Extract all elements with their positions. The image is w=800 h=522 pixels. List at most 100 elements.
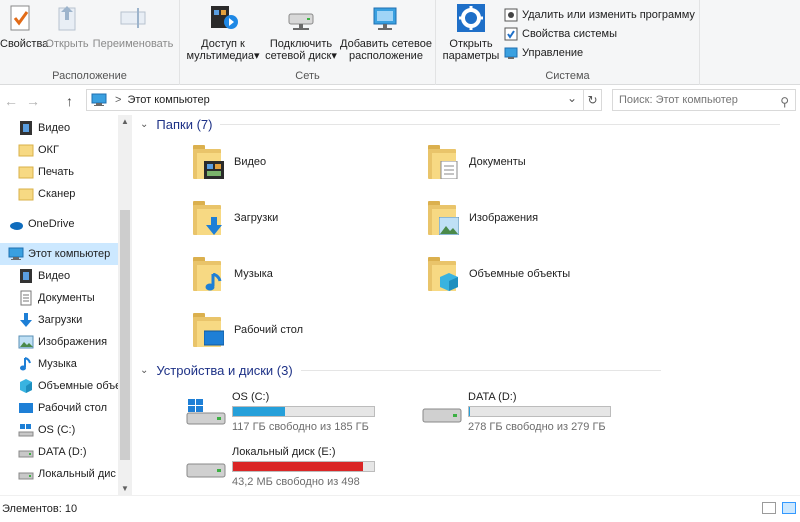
drive-icon (18, 444, 34, 460)
drive-usage-fill (469, 407, 470, 416)
drives-section-header[interactable]: ⌄ Устройства и диски (3) (140, 363, 661, 378)
back-button[interactable]: ← (4, 93, 18, 109)
sidebar-item-documents[interactable]: Документы (0, 287, 118, 309)
drives-section-title: Устройства и диски (3) (156, 363, 293, 378)
folder-tile-music[interactable]: Музыка (190, 255, 273, 293)
folder-tile-downloads[interactable]: Загрузки (190, 199, 278, 237)
search-box[interactable]: ⚲ (612, 89, 796, 111)
gear-icon (455, 2, 487, 34)
sidebar-item-images[interactable]: Изображения (0, 331, 118, 353)
status-bar: Элементов: 10 (0, 495, 800, 522)
address-dropdown-button[interactable]: ⌄ (567, 91, 577, 105)
map-drive-button[interactable]: Подключить сетевой диск▾ (264, 2, 338, 62)
content-area: ⌄ Папки (7) Видео Документы Загрузки Изо… (140, 115, 800, 495)
add-network-location-button[interactable]: Добавить сетевое расположение (340, 2, 432, 62)
drive-name: OS (C:) (232, 391, 270, 403)
sidebar-item-label: Музыка (38, 358, 77, 370)
sidebar-item-label: Объемные объе (38, 380, 118, 392)
video-icon (18, 120, 34, 136)
up-button[interactable]: ↑ (66, 93, 73, 109)
chevron-down-icon: ▾ (254, 50, 260, 62)
drive-free-space: 43,2 МБ свободно из 498 (232, 476, 360, 488)
folder-label: Загрузки (234, 212, 279, 224)
drive-free-space: 278 ГБ свободно из 279 ГБ (468, 421, 606, 433)
breadcrumb-this-pc[interactable]: Этот компьютер (127, 94, 209, 106)
rename-icon (117, 2, 149, 34)
open-icon (51, 2, 83, 34)
sidebar-item-okg[interactable]: ОКГ (0, 139, 118, 161)
address-bar[interactable]: > Этот компьютер ⌄ (86, 89, 584, 111)
sidebar-item-scanner[interactable]: Сканер (0, 183, 118, 205)
drive-usage-bar (232, 461, 375, 472)
media-label-1: Доступ к (201, 38, 245, 50)
sidebar-item-this-pc[interactable]: Этот компьютер (0, 243, 118, 265)
scroll-up-button[interactable]: ▲ (118, 117, 132, 126)
3d-objects-folder-icon (425, 255, 459, 293)
sidebar-scrollbar[interactable]: ▲ ▼ (118, 115, 132, 495)
drive-tile-c[interactable]: OS (C:) 117 ГБ свободно из 185 ГБ (186, 391, 386, 439)
system-properties-button[interactable]: Свойства системы (504, 25, 617, 43)
windows-drive-icon (186, 399, 228, 427)
scrollbar-thumb[interactable] (120, 210, 130, 460)
uninstall-label: Удалить или изменить программу (522, 9, 695, 21)
images-icon (18, 334, 34, 350)
folder-tile-desktop[interactable]: Рабочий стол (190, 311, 303, 349)
drive-name: Локальный диск (E:) (232, 446, 336, 458)
cube-icon (18, 378, 34, 394)
folder-label: Музыка (234, 268, 273, 280)
folders-section-header[interactable]: ⌄ Папки (7) (140, 117, 781, 132)
windows-drive-icon (18, 422, 34, 438)
music-folder-icon (190, 255, 224, 293)
sidebar-item-3d-objects[interactable]: Объемные объе (0, 375, 118, 397)
tiles-view-button[interactable] (782, 502, 796, 514)
search-icon: ⚲ (780, 95, 789, 109)
section-divider (300, 370, 661, 371)
folder-tile-3d-objects[interactable]: Объемные объекты (425, 255, 570, 293)
folder-tile-images[interactable]: Изображения (425, 199, 538, 237)
item-count: Элементов: 10 (2, 503, 78, 515)
open-settings-button[interactable]: Открыть параметры (440, 2, 502, 62)
folder-tile-documents[interactable]: Документы (425, 143, 526, 181)
chevron-down-icon: ⌄ (140, 365, 149, 376)
uninstall-program-button[interactable]: Удалить или изменить программу (504, 6, 695, 24)
navigation-pane: Видео ОКГ Печать Сканер OneDrive Этот ко… (0, 115, 132, 495)
group-label-location: Расположение (52, 70, 127, 82)
sidebar-item-label: Видео (38, 122, 71, 134)
sidebar-item-onedrive[interactable]: OneDrive (0, 213, 118, 235)
folder-label: Документы (469, 156, 526, 168)
sidebar-item-drive-d[interactable]: DATA (D:) (0, 441, 118, 463)
properties-button[interactable]: Свойства (0, 2, 48, 50)
sidebar-item-print[interactable]: Печать (0, 161, 118, 183)
drive-usage-bar (232, 406, 375, 417)
rename-button[interactable]: Переименовать (92, 2, 174, 50)
drive-usage-bar (468, 406, 611, 417)
sidebar-item-video[interactable]: Видео (0, 265, 118, 287)
folder-label: Рабочий стол (234, 324, 304, 336)
sidebar-item-music[interactable]: Музыка (0, 353, 118, 375)
folder-tile-video[interactable]: Видео (190, 143, 266, 181)
ribbon-group-network: Доступ к мультимедиа▾ Подключить сетевой… (180, 0, 436, 85)
sidebar-item-label: Этот компьютер (28, 248, 111, 260)
search-input[interactable] (619, 94, 769, 106)
media-access-button[interactable]: Доступ к мультимедиа▾ (186, 2, 260, 62)
sidebar-item-drive-c[interactable]: OS (C:) (0, 419, 118, 441)
sidebar-item-label: Локальный дис (38, 468, 116, 480)
forward-button[interactable]: → (26, 93, 40, 109)
sidebar-item-label: Сканер (38, 188, 76, 200)
scroll-down-button[interactable]: ▼ (118, 484, 132, 493)
sidebar-item-drive-e[interactable]: Локальный дис (0, 463, 118, 485)
open-button[interactable]: Открыть (44, 2, 90, 50)
map-drive-label-1: Подключить (269, 38, 333, 50)
settings-label-2: параметры (442, 50, 500, 62)
sidebar-item-downloads[interactable]: Загрузки (0, 309, 118, 331)
details-view-button[interactable] (762, 502, 776, 514)
settings-label-1: Открыть (449, 38, 493, 50)
refresh-button[interactable]: ↻ (584, 89, 602, 111)
manage-button[interactable]: Управление (504, 44, 583, 62)
sidebar-item-video-quick[interactable]: Видео (0, 117, 118, 139)
drive-tile-d[interactable]: DATA (D:) 278 ГБ свободно из 279 ГБ (422, 391, 622, 439)
drive-tile-e[interactable]: Локальный диск (E:) 43,2 МБ свободно из … (186, 446, 386, 494)
properties-label: Свойства (0, 38, 49, 50)
add-network-label-1: Добавить сетевое (340, 38, 432, 50)
sidebar-item-desktop[interactable]: Рабочий стол (0, 397, 118, 419)
